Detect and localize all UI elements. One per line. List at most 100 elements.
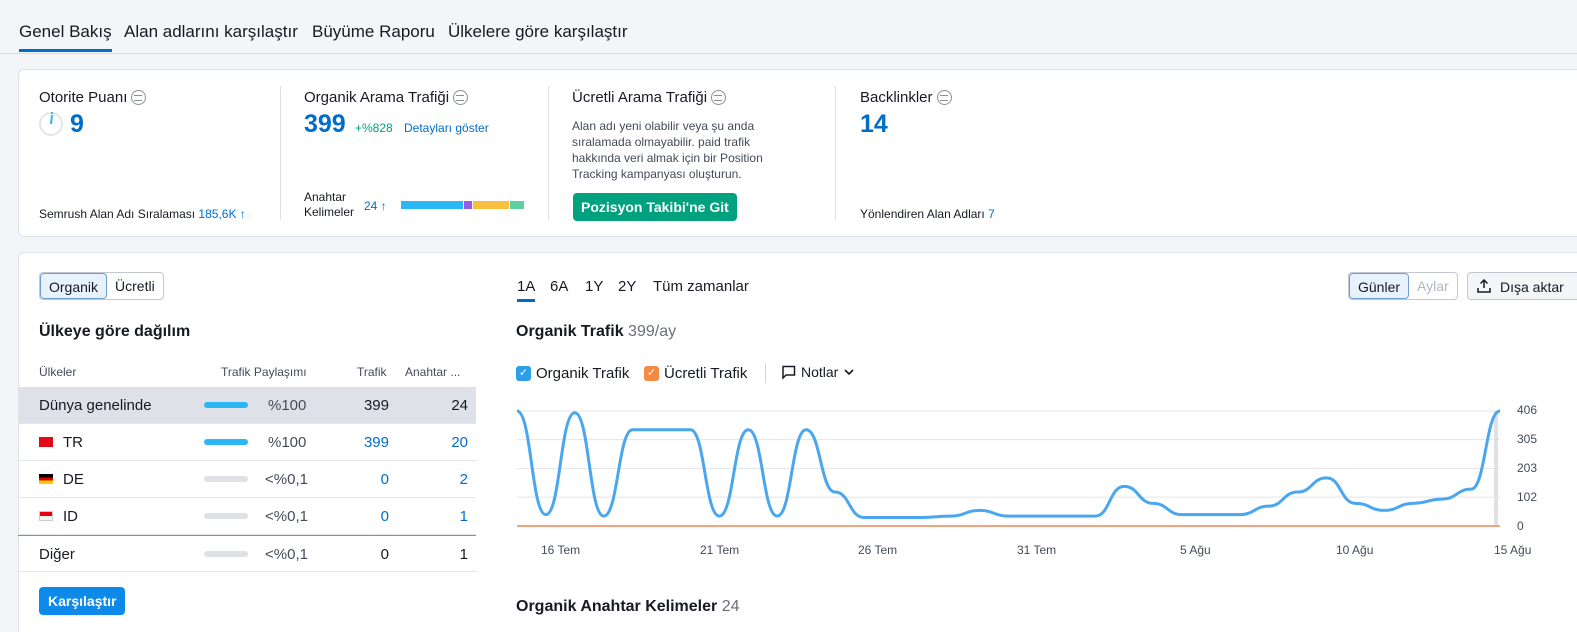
share-bar bbox=[204, 439, 248, 445]
chart-header: Organik Trafik 399/ay bbox=[516, 323, 676, 341]
share-value: <%0,1 bbox=[265, 508, 308, 525]
upload-icon bbox=[1477, 279, 1491, 293]
comment-icon bbox=[782, 365, 796, 380]
tab-growth-report[interactable]: Büyüme Raporu bbox=[312, 22, 435, 42]
period-1m[interactable]: 1A bbox=[517, 278, 536, 302]
kw-bar-green bbox=[509, 201, 524, 209]
keywords-value[interactable]: 24 ↑ bbox=[364, 199, 387, 213]
organic-checkbox[interactable]: ✓ bbox=[516, 366, 531, 381]
paid-message: Alan adı yeni olabilir veya şu anda sıra… bbox=[572, 118, 763, 182]
granularity-toggle: Günler Aylar bbox=[1348, 272, 1458, 300]
compare-button[interactable]: Karşılaştır bbox=[39, 587, 126, 615]
traffic-value[interactable]: 0 bbox=[381, 471, 389, 488]
ref-label: Yönlendiren Alan Adları bbox=[860, 207, 985, 221]
share-value: <%0,1 bbox=[265, 471, 308, 488]
chevron-down-icon bbox=[844, 369, 854, 376]
globe-icon[interactable] bbox=[711, 90, 727, 105]
traffic-value[interactable]: 0 bbox=[381, 508, 389, 525]
divider bbox=[835, 86, 836, 220]
tab-compare-countries[interactable]: Ülkelere göre karşılaştır bbox=[448, 22, 628, 42]
legend-divider bbox=[765, 363, 766, 383]
y-tick-label: 0 bbox=[1517, 519, 1524, 533]
period-2y[interactable]: 2Y bbox=[618, 278, 636, 295]
col-countries[interactable]: Ülkeler bbox=[39, 365, 76, 379]
legend-organic[interactable]: Organik Trafik bbox=[536, 365, 629, 382]
kw-bar-orange bbox=[472, 201, 509, 209]
globe-icon[interactable] bbox=[131, 90, 147, 105]
export-button[interactable]: Dışa aktar bbox=[1467, 272, 1577, 300]
traffic-value[interactable]: 399 bbox=[364, 434, 389, 451]
table-row[interactable]: ID <%0,1 0 1 bbox=[18, 498, 476, 535]
table-row[interactable]: DE <%0,1 0 2 bbox=[18, 461, 476, 498]
country-name[interactable]: ID bbox=[63, 508, 78, 525]
x-tick-label: 16 Tem bbox=[541, 543, 581, 557]
keywords-value[interactable]: 20 bbox=[451, 434, 468, 451]
keywords-section-title: Organik Anahtar Kelimeler bbox=[516, 598, 718, 615]
legend-paid[interactable]: Ücretli Trafik bbox=[664, 365, 747, 382]
toggle-months[interactable]: Aylar bbox=[1409, 273, 1457, 299]
paid-message-line: Tracking kampanyası oluşturun. bbox=[572, 167, 742, 181]
country-name: Dünya genelinde bbox=[39, 397, 152, 414]
organic-change: +%828 bbox=[355, 121, 393, 135]
organic-traffic-value[interactable]: 399 bbox=[304, 110, 346, 139]
country-name[interactable]: DE bbox=[63, 471, 84, 488]
table-row[interactable]: TR %100 399 20 bbox=[18, 424, 476, 461]
share-value: %100 bbox=[268, 434, 307, 451]
col-traffic[interactable]: Trafik bbox=[357, 365, 387, 379]
table-row[interactable]: Dünya genelinde %100 399 24 bbox=[18, 387, 476, 424]
authority-gauge-icon bbox=[39, 112, 63, 136]
keywords-label: Anahtar Kelimeler bbox=[304, 190, 354, 220]
paid-checkbox[interactable]: ✓ bbox=[644, 366, 659, 381]
globe-icon[interactable] bbox=[936, 90, 952, 105]
rank-value[interactable]: 185,6K ↑ bbox=[198, 207, 245, 221]
period-6m[interactable]: 6A bbox=[550, 278, 568, 295]
globe-icon[interactable] bbox=[453, 90, 469, 105]
turkey-flag-icon bbox=[39, 437, 53, 447]
paid-title-label: Ücretli Arama Trafiği bbox=[572, 89, 708, 106]
indonesia-flag-icon bbox=[39, 511, 53, 521]
kw-bar-purple bbox=[464, 201, 472, 209]
share-value: <%0,1 bbox=[265, 546, 308, 563]
metrics-card: Otorite Puanı 9 Semrush Alan Adı Sıralam… bbox=[18, 69, 1577, 237]
position-tracking-button[interactable]: Pozisyon Takibi'ne Git bbox=[573, 193, 737, 221]
paid-message-line: Alan adı yeni olabilir veya şu anda bbox=[572, 119, 755, 133]
notes-dropdown[interactable]: Notlar bbox=[781, 364, 855, 380]
top-tabs: Genel Bakış Alan adlarını karşılaştır Bü… bbox=[0, 0, 1577, 54]
country-name[interactable]: TR bbox=[63, 434, 83, 451]
paid-message-line: hakkında veri almak için bir Position bbox=[572, 151, 763, 165]
toggle-paid[interactable]: Ücretli bbox=[107, 273, 163, 299]
organic-traffic-chart[interactable] bbox=[510, 400, 1577, 540]
country-name: Diğer bbox=[39, 546, 75, 563]
share-bar bbox=[204, 476, 248, 482]
share-bar bbox=[204, 513, 248, 519]
keywords-value: 24 bbox=[451, 397, 468, 414]
toggle-days[interactable]: Günler bbox=[1349, 273, 1410, 299]
tab-compare-domains[interactable]: Alan adlarını karşılaştır bbox=[124, 22, 298, 42]
chart-value: 399/ay bbox=[628, 323, 677, 340]
toggle-organic[interactable]: Organik bbox=[40, 273, 108, 299]
semrush-rank: Semrush Alan Adı Sıralaması 185,6K ↑ bbox=[39, 207, 246, 221]
period-all-time[interactable]: Tüm zamanlar bbox=[653, 278, 749, 295]
paid-message-line: sıralamada olmayabilir. paid trafik bbox=[572, 135, 751, 149]
table-row: Diğer <%0,1 0 1 bbox=[18, 535, 476, 572]
x-tick-label: 21 Tem bbox=[700, 543, 740, 557]
details-link[interactable]: Detayları göster bbox=[404, 121, 489, 135]
keywords-value[interactable]: 1 bbox=[460, 508, 468, 525]
organic-paid-toggle: Organik Ücretli bbox=[39, 272, 164, 300]
kw-label-1: Anahtar bbox=[304, 190, 347, 204]
x-tick-label: 15 Ağu bbox=[1494, 543, 1532, 557]
y-tick-label: 102 bbox=[1517, 490, 1538, 504]
keywords-value[interactable]: 2 bbox=[460, 471, 468, 488]
germany-flag-icon bbox=[39, 474, 53, 484]
ref-value[interactable]: 7 bbox=[988, 207, 995, 221]
authority-score: 9 bbox=[70, 110, 84, 138]
col-keywords[interactable]: Anahtar ... bbox=[405, 365, 460, 379]
divider bbox=[548, 86, 549, 220]
period-1y[interactable]: 1Y bbox=[585, 278, 603, 295]
backlinks-value[interactable]: 14 bbox=[860, 110, 888, 139]
tab-overview[interactable]: Genel Bakış bbox=[19, 22, 112, 52]
paid-title: Ücretli Arama Trafiği bbox=[572, 89, 727, 106]
kw-bar-blue bbox=[401, 201, 464, 209]
traffic-value: 399 bbox=[363, 397, 389, 414]
col-traffic-share[interactable]: Trafik Paylaşımı bbox=[221, 365, 307, 379]
